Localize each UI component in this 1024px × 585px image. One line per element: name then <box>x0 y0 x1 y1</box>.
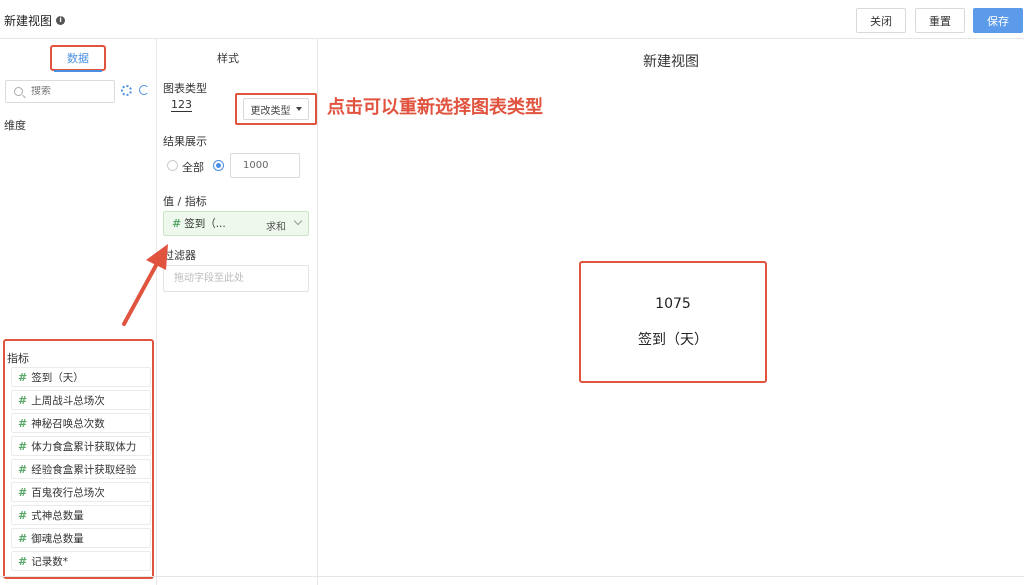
caret-down-icon <box>295 107 302 111</box>
refresh-icon[interactable] <box>139 85 149 95</box>
hash-icon: # <box>18 439 28 453</box>
metric-label: 御魂总数量 <box>31 532 84 545</box>
limit-input[interactable]: 1000 <box>230 153 300 178</box>
value-metric-field[interactable]: # 签到（... 求和 <box>163 211 309 236</box>
metric-label: 签到（天） <box>31 371 84 384</box>
view-canvas: 新建视图 1075 签到（天） <box>318 39 1024 585</box>
save-button[interactable]: 保存 <box>973 8 1023 33</box>
gear-icon[interactable] <box>121 85 132 96</box>
metric-item[interactable]: # 式神总数量 <box>11 505 151 525</box>
top-bar: 新建视图 i 关闭 重置 保存 <box>0 0 1024 39</box>
hash-icon: # <box>18 393 28 407</box>
change-type-button[interactable]: 更改类型 <box>243 98 309 120</box>
metric-label: 经验食盒累计获取经验 <box>31 463 137 476</box>
metrics-label: 指标 <box>7 352 29 365</box>
info-icon[interactable]: i <box>56 16 66 25</box>
view-title: 新建视图 <box>643 54 699 70</box>
search-input[interactable] <box>31 86 111 97</box>
kpi-card[interactable]: 1075 签到（天） <box>579 261 767 383</box>
metrics-section: 指标 # 签到（天） # 上周战斗总场次 # 神秘召唤总次数 # 体力食盒累计获取体力 … <box>3 339 154 579</box>
close-button[interactable]: 关闭 <box>856 8 906 33</box>
metric-item[interactable]: # 上周战斗总场次 <box>11 390 151 410</box>
metric-item[interactable]: # 经验食盒累计获取经验 <box>11 459 151 479</box>
radio-all-label: 全部 <box>182 161 204 174</box>
config-panel: 样式 图表类型 123 更改类型 结果展示 全部 1000 值 / 指标 # 签… <box>157 39 318 585</box>
metric-label: 记录数* <box>31 555 68 568</box>
metric-item[interactable]: # 签到（天） <box>11 367 151 387</box>
hash-icon: # <box>18 370 28 384</box>
aggregation-select[interactable]: 求和 <box>266 218 286 233</box>
metric-label: 神秘召唤总次数 <box>31 417 105 430</box>
bottom-divider <box>0 576 1024 577</box>
metric-item[interactable]: # 御魂总数量 <box>11 528 151 548</box>
value-metric-label: 值 / 指标 <box>163 195 207 208</box>
metric-list: # 签到（天） # 上周战斗总场次 # 神秘召唤总次数 # 体力食盒累计获取体力 # 经验… <box>11 367 151 574</box>
change-type-label: 更改类型 <box>250 105 291 117</box>
tab-data[interactable]: 数据 <box>50 45 106 72</box>
reset-button[interactable]: 重置 <box>915 8 965 33</box>
radio-all[interactable] <box>167 160 178 171</box>
metric-item[interactable]: # 体力食盒累计获取体力 <box>11 436 151 456</box>
kpi-name: 签到（天） <box>638 332 708 348</box>
metric-label: 体力食盒累计获取体力 <box>31 440 137 453</box>
metric-label: 式神总数量 <box>31 509 84 522</box>
page-title: 新建视图 i <box>4 12 66 29</box>
metric-label: 百鬼夜行总场次 <box>31 486 105 499</box>
metric-label: 上周战斗总场次 <box>31 394 105 407</box>
hash-icon: # <box>18 554 28 568</box>
filter-drop-zone[interactable]: 拖动字段至此处 <box>163 265 309 292</box>
hash-icon: # <box>18 462 28 476</box>
tab-style[interactable]: 样式 <box>217 50 239 66</box>
change-type-highlight: 更改类型 <box>235 93 317 125</box>
chevron-down-icon[interactable] <box>293 216 303 226</box>
hash-icon: # <box>18 531 28 545</box>
result-display-label: 结果展示 <box>163 135 207 148</box>
kpi-value: 1075 <box>655 296 691 312</box>
hash-icon: # <box>18 485 28 499</box>
page-title-text: 新建视图 <box>4 14 53 28</box>
arrow-icon <box>122 244 168 326</box>
hash-icon: # <box>172 217 182 230</box>
chart-type-value: 123 <box>171 98 192 112</box>
hash-icon: # <box>18 508 28 522</box>
metric-item[interactable]: # 记录数* <box>11 551 151 571</box>
search-icon <box>14 87 23 96</box>
metric-item[interactable]: # 百鬼夜行总场次 <box>11 482 151 502</box>
field-search <box>5 80 115 103</box>
hash-icon: # <box>18 416 28 430</box>
chart-type-label: 图表类型 <box>163 82 207 95</box>
metric-item[interactable]: # 神秘召唤总次数 <box>11 413 151 433</box>
dimension-label: 维度 <box>4 119 26 132</box>
radio-limit[interactable] <box>213 160 224 171</box>
value-field-label: 签到（... <box>184 218 226 230</box>
